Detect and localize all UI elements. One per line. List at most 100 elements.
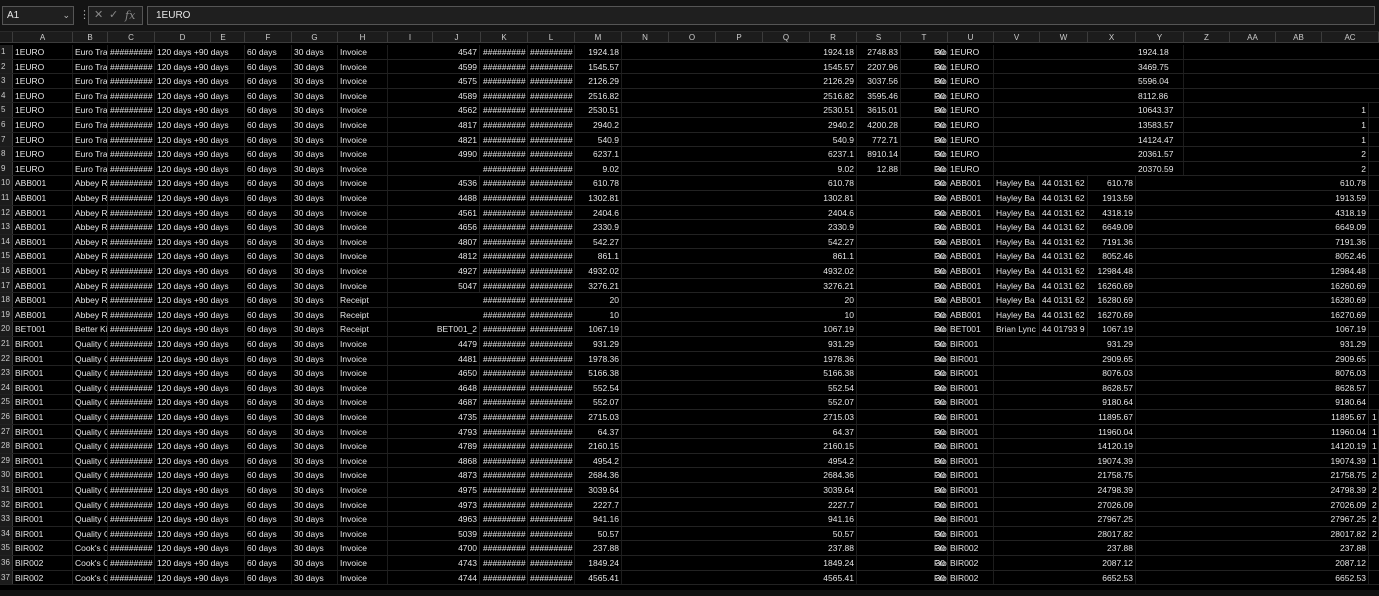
cell-ac[interactable]: 11960.04 — [1322, 424, 1369, 439]
row-header[interactable]: 19 — [0, 307, 13, 322]
cell-acb[interactable]: 1 — [1370, 424, 1379, 439]
cell-d[interactable]: 120 days +90 days — [155, 278, 245, 293]
function-icon[interactable]: fx — [125, 7, 135, 24]
cell-ac[interactable]: 16280.69 — [1322, 293, 1369, 307]
cell-r[interactable]: 861.1 — [810, 249, 857, 263]
cell-g[interactable]: 30 days — [292, 497, 338, 512]
cell-g[interactable]: 30 days — [292, 395, 338, 409]
cell-u[interactable]: BIR001 — [948, 337, 994, 351]
cell-a[interactable]: ABB001 — [13, 264, 73, 278]
cell-a[interactable]: 1EURO — [13, 103, 73, 117]
cell-ac[interactable]: 610.78 — [1322, 176, 1369, 190]
cell-f[interactable]: 60 days — [245, 512, 292, 526]
cell-g[interactable]: 30 days — [292, 439, 338, 453]
cell-c[interactable]: ######### — [108, 88, 155, 103]
cell-c[interactable]: ######### — [108, 512, 155, 526]
cell-u[interactable]: BIR001 — [948, 512, 994, 526]
cell-l[interactable]: ######### — [528, 176, 575, 190]
cell-b[interactable]: Abbey Ret — [73, 307, 108, 322]
cell-c[interactable]: ######### — [108, 132, 155, 147]
cell-u[interactable]: 1EURO — [948, 118, 994, 132]
cell-u[interactable]: BIR001 — [948, 497, 994, 512]
cell-u[interactable]: BET001 — [948, 322, 994, 336]
cell-tb[interactable]: From docu — [933, 249, 948, 263]
cell-b[interactable]: Abbey Ret — [73, 293, 108, 307]
cell-x[interactable]: 16260.69 — [1088, 278, 1136, 293]
cell-tb[interactable]: From docu — [933, 176, 948, 190]
cell-x[interactable]: 610.78 — [1088, 176, 1136, 190]
cell-ac[interactable]: 19074.39 — [1322, 453, 1369, 468]
cell-tb[interactable]: From docu — [933, 220, 948, 234]
cell-l[interactable]: ######### — [528, 59, 575, 74]
column-header-v[interactable]: V — [994, 32, 1040, 43]
cell-w[interactable]: 44 0131 62 — [1040, 234, 1088, 249]
cell-h[interactable]: Invoice — [338, 366, 388, 380]
cell-l[interactable]: ######### — [528, 234, 575, 249]
confirm-icon[interactable]: ✓ — [109, 7, 118, 24]
cell-f[interactable]: 60 days — [245, 132, 292, 147]
cell-x[interactable]: 931.29 — [1088, 337, 1136, 351]
cell-d[interactable]: 120 days +90 days — [155, 118, 245, 132]
cell-u[interactable]: BIR001 — [948, 351, 994, 366]
column-header-i[interactable]: I — [388, 32, 433, 43]
cell-u[interactable]: BIR001 — [948, 410, 994, 424]
row-header[interactable]: 11 — [0, 191, 13, 205]
cell-j[interactable]: 4700 — [400, 541, 480, 555]
cell-r[interactable]: 3276.21 — [810, 278, 857, 293]
cell-g[interactable]: 30 days — [292, 380, 338, 395]
cell-b[interactable]: Euro Tradi — [73, 132, 108, 147]
cell-m[interactable]: 1849.24 — [575, 556, 622, 570]
cell-d[interactable]: 120 days +90 days — [155, 570, 245, 585]
cell-tb[interactable]: From docu — [933, 483, 948, 497]
cell-x[interactable]: 11895.67 — [1088, 410, 1136, 424]
cell-b[interactable]: Abbey Ret — [73, 234, 108, 249]
cell-m[interactable]: 552.07 — [575, 395, 622, 409]
cell-u[interactable]: BIR001 — [948, 395, 994, 409]
cell-h[interactable]: Invoice — [338, 176, 388, 190]
cell-f[interactable]: 60 days — [245, 45, 292, 59]
cell-l[interactable]: ######### — [528, 45, 575, 59]
cell-j[interactable]: 4656 — [400, 220, 480, 234]
cell-l[interactable]: ######### — [528, 380, 575, 395]
cell-m[interactable]: 1545.57 — [575, 59, 622, 74]
cell-l[interactable]: ######### — [528, 103, 575, 117]
cell-ac[interactable]: 6649.09 — [1322, 220, 1369, 234]
cell-l[interactable]: ######### — [528, 366, 575, 380]
cell-g[interactable]: 30 days — [292, 132, 338, 147]
cell-x[interactable]: 24798.39 — [1088, 483, 1136, 497]
cell-x[interactable]: 11960.04 — [1088, 424, 1136, 439]
cell-h[interactable]: Invoice — [338, 541, 388, 555]
cell-r[interactable]: 542.27 — [810, 234, 857, 249]
cell-f[interactable]: 60 days — [245, 541, 292, 555]
cell-u[interactable]: ABB001 — [948, 234, 994, 249]
cell-tb[interactable]: From docu — [933, 88, 948, 103]
cell-u[interactable]: ABB001 — [948, 278, 994, 293]
cell-g[interactable]: 30 days — [292, 249, 338, 263]
cell-y[interactable]: 1924.18 — [1136, 45, 1184, 59]
cell-h[interactable]: Invoice — [338, 220, 388, 234]
row-header[interactable]: 9 — [0, 161, 13, 176]
cell-x[interactable]: 14120.19 — [1088, 439, 1136, 453]
row-header[interactable]: 36 — [0, 556, 13, 570]
cell-g[interactable]: 30 days — [292, 74, 338, 88]
cell-k[interactable]: ######### — [481, 103, 528, 117]
cell-u[interactable]: ABB001 — [948, 176, 994, 190]
cell-y[interactable]: 13583.57 — [1136, 118, 1184, 132]
cell-k[interactable]: ######### — [481, 526, 528, 541]
cell-tb[interactable]: From docu — [933, 264, 948, 278]
cell-a[interactable]: ABB001 — [13, 278, 73, 293]
cell-g[interactable]: 30 days — [292, 351, 338, 366]
cell-k[interactable]: ######### — [481, 191, 528, 205]
cell-m[interactable]: 861.1 — [575, 249, 622, 263]
cell-h[interactable]: Invoice — [338, 161, 388, 176]
cell-g[interactable]: 30 days — [292, 220, 338, 234]
cell-b[interactable]: Quality Co — [73, 526, 108, 541]
cell-j[interactable]: 4927 — [400, 264, 480, 278]
cell-h[interactable]: Invoice — [338, 74, 388, 88]
cell-b[interactable]: Euro Tradi — [73, 74, 108, 88]
cell-g[interactable]: 30 days — [292, 264, 338, 278]
cell-d[interactable]: 120 days +90 days — [155, 234, 245, 249]
cell-x[interactable]: 28017.82 — [1088, 526, 1136, 541]
cell-ac[interactable]: 8628.57 — [1322, 380, 1369, 395]
cell-c[interactable]: ######### — [108, 59, 155, 74]
